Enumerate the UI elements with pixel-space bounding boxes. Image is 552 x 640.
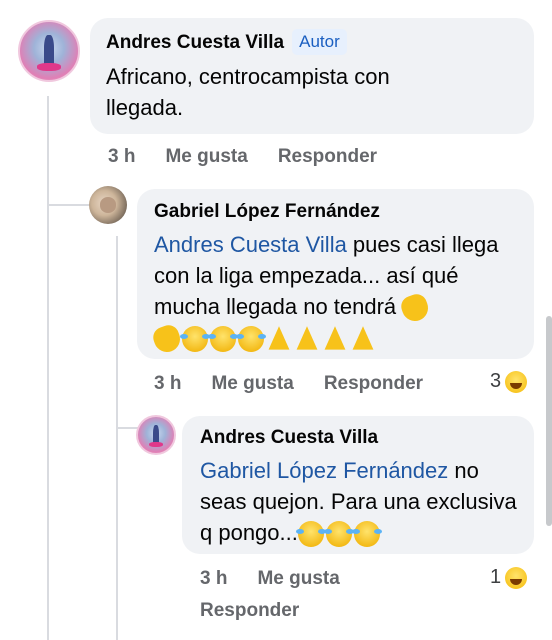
comment-author[interactable]: Andres Cuesta Villa	[200, 427, 516, 449]
like-button[interactable]: Me gusta	[165, 146, 247, 168]
folded-hands-emoji	[268, 326, 290, 350]
comment-author[interactable]: Gabriel López Fernández	[154, 201, 517, 223]
folded-hands-emoji	[324, 326, 346, 350]
avatar[interactable]	[18, 20, 80, 82]
avatar[interactable]	[89, 186, 127, 224]
comment-bubble: Andres Cuesta Villa Autor Africano, centr…	[90, 18, 534, 134]
like-button[interactable]: Me gusta	[257, 568, 339, 590]
face-with-tears-of-joy-emoji	[295, 521, 326, 548]
clapping-hands-emoji	[150, 322, 184, 356]
face-with-tears-of-joy-emoji	[236, 326, 266, 353]
mention-link[interactable]: Gabriel López Fernández	[200, 458, 448, 483]
comment-text: Africano, centrocampista con llegada.	[106, 64, 390, 120]
reply-button[interactable]: Responder	[200, 600, 299, 622]
face-with-tears-of-joy-emoji	[323, 521, 354, 548]
thread-line-branch-2	[116, 427, 138, 429]
face-with-tears-of-joy-emoji	[180, 326, 210, 353]
folded-hands-emoji	[296, 326, 318, 350]
laughing-reaction-icon	[505, 566, 528, 589]
reply-button[interactable]: Responder	[324, 373, 423, 395]
mention-link[interactable]: Andres Cuesta Villa	[154, 232, 347, 257]
comment-text: Andres Cuesta Villa pues casi llega con …	[150, 229, 514, 356]
comment-time[interactable]: 3 h	[200, 568, 227, 590]
avatar-logo	[148, 442, 164, 448]
comment-actions: 3 h Me gusta Responder	[108, 146, 377, 168]
thread-line-main	[47, 96, 49, 640]
avatar[interactable]	[136, 415, 176, 455]
comment-bubble: Gabriel López Fernández Andres Cuesta Vi…	[137, 189, 534, 359]
comment-text: Gabriel López Fernández no seas quejon. …	[200, 455, 520, 548]
thread-line-sub	[116, 236, 118, 640]
comment-author[interactable]: Andres Cuesta Villa	[106, 32, 284, 53]
comment-time[interactable]: 3 h	[154, 373, 181, 395]
like-button[interactable]: Me gusta	[211, 373, 293, 395]
scrollbar[interactable]	[546, 316, 552, 526]
avatar-logo	[37, 62, 61, 71]
comment-time[interactable]: 3 h	[108, 146, 135, 168]
avatar-figure	[44, 34, 54, 67]
laughing-reaction-icon	[505, 370, 528, 393]
clapping-hands-emoji	[398, 291, 432, 325]
comment-header: Andres Cuesta Villa Autor	[106, 29, 518, 55]
emoji-run	[295, 521, 382, 548]
author-badge: Autor	[292, 29, 347, 55]
face-with-tears-of-joy-emoji	[351, 521, 382, 548]
reaction-summary[interactable]: 1	[490, 566, 528, 589]
reaction-count: 3	[490, 370, 502, 392]
thread-line-branch-1	[47, 204, 91, 206]
emoji-run	[150, 322, 376, 356]
reply-button[interactable]: Responder	[278, 146, 377, 168]
reaction-count: 1	[490, 566, 502, 588]
folded-hands-emoji	[352, 326, 374, 350]
comment-bubble: Andres Cuesta Villa Gabriel López Fernán…	[182, 416, 534, 554]
face-with-tears-of-joy-emoji	[208, 326, 238, 353]
avatar-figure	[99, 197, 117, 213]
comment-actions: 3 h Me gusta Responder	[154, 373, 423, 395]
emoji-run	[398, 291, 432, 325]
comment-actions: 3 h Me gusta Responder	[200, 568, 390, 622]
reaction-summary[interactable]: 3	[490, 370, 528, 393]
